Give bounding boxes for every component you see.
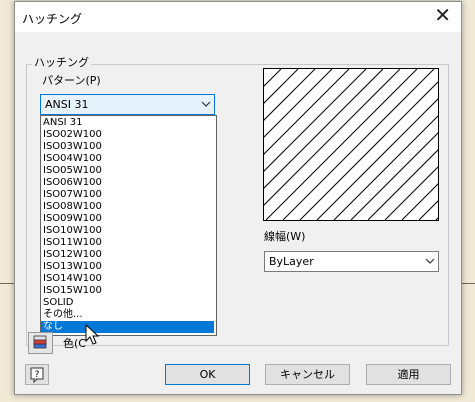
lineweight-selected-value: ByLayer bbox=[269, 255, 314, 268]
pattern-option[interactable]: ISO13W100 bbox=[41, 261, 214, 273]
pattern-option[interactable]: ISO02W100 bbox=[41, 129, 214, 141]
hatching-dialog: ハッチング ✕ ハッチング パターン(P) ANSI 31 ANSI 31 ISO… bbox=[14, 1, 462, 395]
hatch-line bbox=[333, 115, 438, 220]
color-label: 色(C bbox=[63, 337, 86, 350]
pattern-option[interactable]: ISO07W100 bbox=[41, 189, 214, 201]
pattern-option[interactable]: ISO04W100 bbox=[41, 153, 214, 165]
pattern-dropdown[interactable]: ANSI 31 bbox=[40, 94, 215, 115]
hatch-preview bbox=[263, 68, 439, 221]
pattern-option[interactable]: ISO08W100 bbox=[41, 201, 214, 213]
pattern-option[interactable]: ANSI 31 bbox=[41, 117, 214, 129]
pattern-option[interactable]: ISO03W100 bbox=[41, 141, 214, 153]
svg-text:?: ? bbox=[35, 370, 40, 380]
pattern-option[interactable]: ISO15W100 bbox=[41, 285, 214, 297]
lineweight-dropdown[interactable]: ByLayer bbox=[264, 251, 439, 272]
pattern-option[interactable]: なし bbox=[41, 321, 214, 333]
cancel-button[interactable]: キャンセル bbox=[265, 364, 350, 385]
pattern-option[interactable]: ISO10W100 bbox=[41, 225, 214, 237]
hatch-line bbox=[264, 69, 265, 70]
pattern-option[interactable]: ISO12W100 bbox=[41, 249, 214, 261]
pattern-option[interactable]: ISO09W100 bbox=[41, 213, 214, 225]
pattern-option[interactable]: SOLID bbox=[41, 297, 214, 309]
pattern-label: パターン(P) bbox=[42, 74, 101, 87]
hatch-line bbox=[264, 69, 401, 206]
hatch-line bbox=[435, 217, 438, 220]
chevron-down-icon bbox=[201, 101, 211, 107]
mouse-pointer-icon bbox=[85, 324, 100, 345]
hatch-line bbox=[299, 81, 438, 220]
color-button[interactable] bbox=[28, 332, 53, 354]
pattern-listbox[interactable]: ANSI 31 ISO02W100 ISO03W100 ISO04W100 ISO05W… bbox=[40, 115, 217, 336]
hatch-line bbox=[264, 69, 367, 172]
title-bar: ハッチング ✕ bbox=[15, 2, 461, 32]
group-label: ハッチング bbox=[32, 54, 91, 70]
chevron-down-icon bbox=[425, 258, 435, 264]
pattern-option[interactable]: ISO05W100 bbox=[41, 165, 214, 177]
pattern-selected-value: ANSI 31 bbox=[45, 98, 89, 111]
apply-button[interactable]: 適用 bbox=[366, 364, 451, 385]
pattern-option[interactable]: ISO06W100 bbox=[41, 177, 214, 189]
help-button[interactable]: ? bbox=[25, 364, 49, 385]
layers-color-icon bbox=[33, 335, 47, 349]
pattern-option[interactable]: その他... bbox=[41, 309, 214, 321]
help-icon: ? bbox=[30, 367, 44, 384]
hatch-line bbox=[265, 69, 418, 220]
pattern-option[interactable]: ISO11W100 bbox=[41, 237, 214, 249]
close-icon[interactable]: ✕ bbox=[434, 5, 451, 25]
pattern-option[interactable]: ISO14W100 bbox=[41, 273, 214, 285]
ok-button[interactable]: OK bbox=[165, 364, 250, 385]
lineweight-label: 線幅(W) bbox=[264, 230, 306, 243]
window-title: ハッチング bbox=[22, 12, 83, 26]
hatch-line bbox=[282, 69, 435, 220]
